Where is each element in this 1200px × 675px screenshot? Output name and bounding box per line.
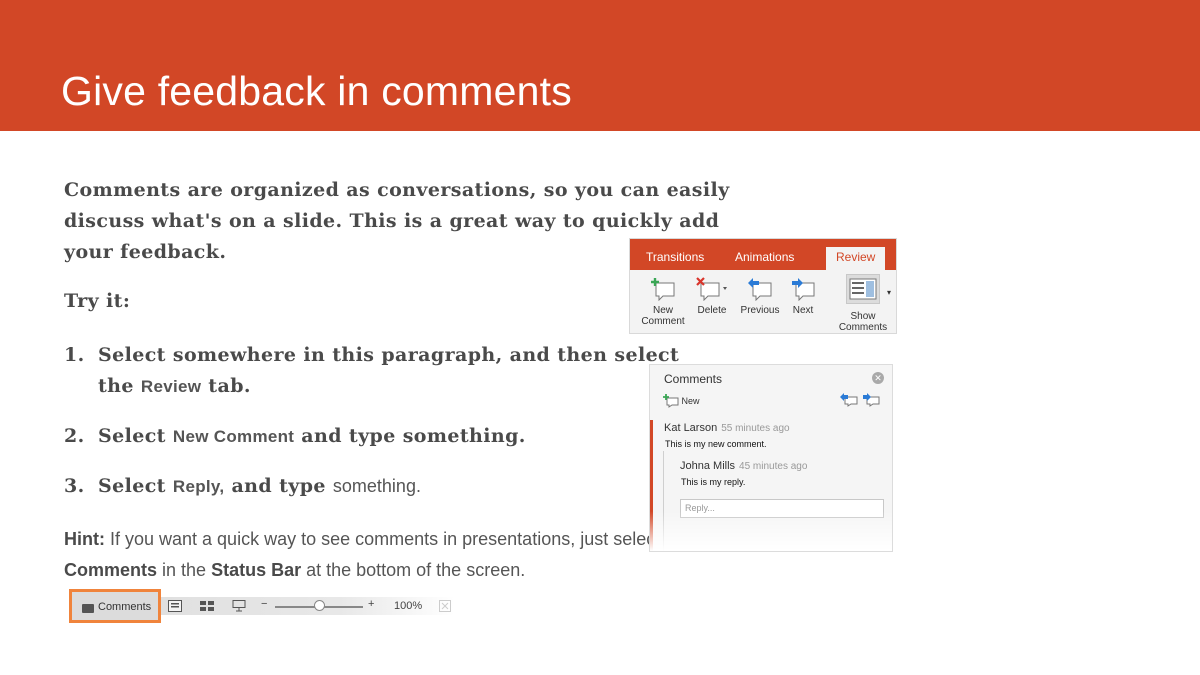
step-ui-term: New Comment <box>172 427 295 446</box>
show-comments-dropdown-icon[interactable]: ▾ <box>887 287 891 298</box>
step-ui-term: Reply, <box>172 477 225 496</box>
title-banner: Give feedback in comments <box>0 0 1200 131</box>
hint-text: If you want a quick way to see comments … <box>104 529 661 549</box>
zoom-in-button[interactable]: + <box>368 598 374 610</box>
tab-animations[interactable]: Animations <box>735 250 794 264</box>
hint-status-bar-term: Status Bar <box>211 560 302 580</box>
reply-body: This is my reply. <box>681 477 746 487</box>
comments-pane-title: Comments <box>664 372 723 386</box>
step-item: 1. Select somewhere in this paragraph, a… <box>64 340 684 402</box>
fit-to-window-icon[interactable] <box>439 600 451 612</box>
step-number: 3. <box>64 475 85 497</box>
comment-bubble-icon <box>82 604 94 613</box>
status-bar-comments-button[interactable]: Comments <box>69 589 161 623</box>
close-icon[interactable]: ✕ <box>872 372 884 384</box>
previous-comment-icon <box>748 278 772 301</box>
new-comment-link[interactable]: New <box>663 394 700 408</box>
delete-comment-icon <box>696 277 727 301</box>
hint-label: Hint: <box>64 529 105 549</box>
slide-sorter-icon[interactable] <box>200 601 214 612</box>
next-label: Next <box>792 305 814 316</box>
reply-header: Johna Mills 45 minutes ago <box>680 460 807 472</box>
next-comment-icon <box>792 278 815 301</box>
zoom-out-button[interactable]: − <box>261 598 267 610</box>
show-comments-label-1: Show <box>850 311 876 322</box>
comments-pane: Comments ✕ New Kat Larson 55 minutes ago … <box>649 364 893 552</box>
new-comment-label-1: New <box>652 305 673 316</box>
tab-review[interactable]: Review <box>826 247 886 270</box>
slide-title: Give feedback in comments <box>61 68 572 114</box>
comment-time: 55 minutes ago <box>721 423 790 434</box>
previous-comment-icon[interactable] <box>839 393 858 407</box>
ribbon-tab-bar: Transitions Animations Review <box>630 239 896 270</box>
step-number: 1. <box>64 344 85 366</box>
step-text: Select <box>98 425 173 447</box>
zoom-slider-handle[interactable] <box>314 600 325 611</box>
next-button[interactable]: Next <box>786 277 820 316</box>
delete-label: Delete <box>697 305 727 316</box>
slideshow-icon[interactable] <box>232 600 246 612</box>
status-bar: Comments − + 100% <box>69 589 455 623</box>
step-text-end: tab. <box>201 375 251 397</box>
step-item: 3. Select Reply, and type something. <box>64 471 684 502</box>
comment-nav <box>839 393 880 412</box>
new-comment-button[interactable]: New Comment <box>636 277 690 327</box>
reply-author: Johna Mills <box>680 460 736 472</box>
steps-list: 1. Select somewhere in this paragraph, a… <box>64 340 684 502</box>
step-text-plain: something. <box>332 476 421 496</box>
normal-view-icon[interactable] <box>168 600 182 612</box>
hint-text: at the bottom of the screen. <box>301 560 526 580</box>
pane-fade <box>650 511 892 551</box>
hint-comments-term: Comments <box>64 560 158 580</box>
step-text-end: and type <box>224 475 333 497</box>
step-text: Select <box>98 475 173 497</box>
new-comment-link-label: New <box>681 396 700 406</box>
previous-button[interactable]: Previous <box>738 277 782 316</box>
previous-label: Previous <box>740 305 780 316</box>
step-ui-term: Review <box>140 377 202 396</box>
step-text-end: and type something. <box>294 425 526 447</box>
review-ribbon: Transitions Animations Review New Commen… <box>629 238 897 334</box>
comment-header: Kat Larson 55 minutes ago <box>664 422 790 434</box>
zoom-level[interactable]: 100% <box>394 600 422 612</box>
new-comment-label-2: Comment <box>641 316 685 327</box>
reply-time: 45 minutes ago <box>739 461 808 472</box>
delete-button[interactable]: Delete <box>692 277 732 316</box>
step-number: 2. <box>64 425 85 447</box>
hint-text: in the <box>157 560 212 580</box>
new-comment-icon <box>663 394 679 408</box>
next-comment-icon[interactable] <box>862 393 880 407</box>
comment-author: Kat Larson <box>664 422 718 434</box>
show-comments-icon <box>846 274 880 304</box>
show-comments-label-2: Comments <box>838 322 888 333</box>
tab-transitions[interactable]: Transitions <box>646 250 704 264</box>
try-it-label: Try it: <box>64 290 131 312</box>
show-comments-button[interactable]: ▾ Show Comments <box>837 274 891 333</box>
new-comment-icon <box>651 278 675 301</box>
comment-body: This is my new comment. <box>665 439 767 449</box>
step-item: 2. Select New Comment and type something… <box>64 421 684 452</box>
status-bar-comments-label: Comments <box>98 601 152 613</box>
